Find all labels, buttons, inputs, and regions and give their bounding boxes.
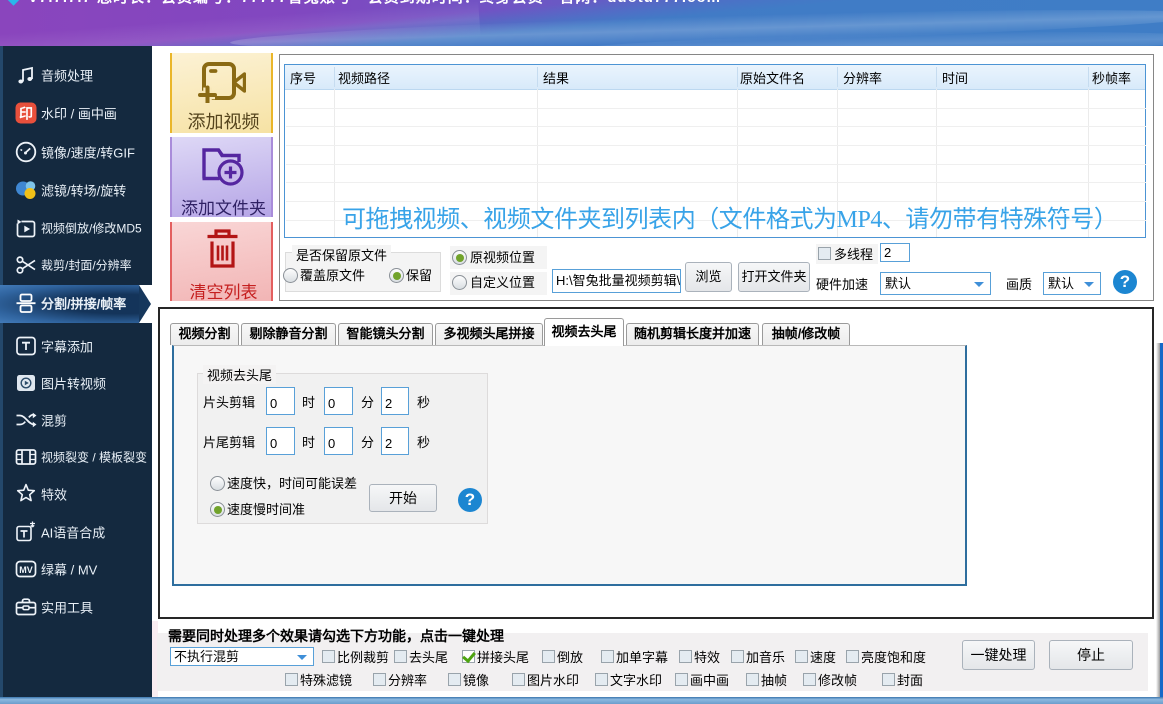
- svg-text:印: 印: [19, 106, 33, 122]
- svg-text:MV: MV: [19, 565, 33, 575]
